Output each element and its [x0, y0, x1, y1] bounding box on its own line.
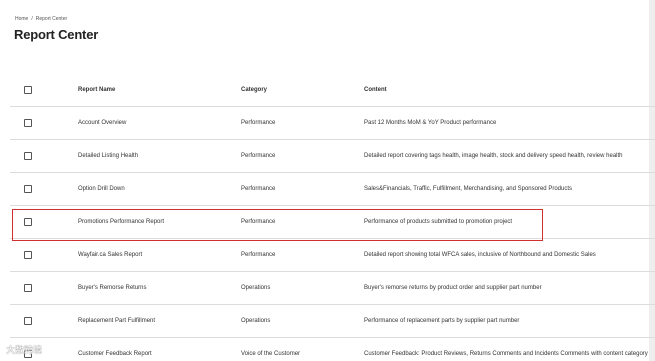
table-row[interactable]: Customer Feedback Report Voice of the Cu…	[10, 338, 655, 361]
row-checkbox[interactable]	[24, 284, 32, 292]
report-content: Performance of replacement parts by supp…	[364, 318, 520, 324]
table-row[interactable]: Option Drill Down Performance Sales&Fina…	[10, 173, 655, 206]
report-name[interactable]: Detailed Listing Health	[78, 140, 138, 172]
report-name[interactable]: Replacement Part Fulfillment	[78, 305, 155, 337]
select-all-cell	[24, 74, 32, 106]
report-category: Voice of the Customer	[241, 351, 301, 357]
report-content: Detailed report covering tags health, im…	[364, 153, 623, 159]
row-checkbox-cell	[24, 305, 32, 337]
row-checkbox[interactable]	[24, 251, 32, 259]
row-checkbox[interactable]	[24, 218, 32, 226]
column-header-report-name: Report Name	[78, 87, 116, 93]
watermark: 大数跨境	[6, 345, 43, 355]
report-category: Performance	[241, 186, 276, 192]
report-name[interactable]: Option Drill Down	[78, 173, 125, 205]
row-checkbox[interactable]	[24, 317, 32, 325]
column-header-category: Category	[241, 87, 268, 93]
report-category: Performance	[241, 120, 276, 126]
report-category: Performance	[241, 153, 276, 159]
reports-table: Report Name Category Content Account Ove…	[10, 74, 655, 361]
report-name[interactable]: Account Overview	[78, 107, 126, 139]
table-header-row: Report Name Category Content	[10, 74, 655, 107]
row-checkbox-cell	[24, 206, 32, 238]
row-checkbox-cell	[24, 140, 32, 172]
table-row[interactable]: Account Overview Performance Past 12 Mon…	[10, 107, 655, 140]
select-all-checkbox[interactable]	[24, 86, 32, 94]
row-checkbox[interactable]	[24, 152, 32, 160]
report-category: Operations	[241, 285, 271, 291]
report-name[interactable]: Customer Feedback Report	[78, 338, 152, 361]
table-row[interactable]: Detailed Listing Health Performance Deta…	[10, 140, 655, 173]
report-content: Detailed report showing total WFCA sales…	[364, 252, 596, 258]
breadcrumb-home-link[interactable]: Home	[15, 16, 28, 22]
table-row[interactable]: Promotions Performance Report Performanc…	[10, 206, 655, 239]
row-checkbox-cell	[24, 107, 32, 139]
report-name[interactable]: Wayfair.ca Sales Report	[78, 239, 142, 271]
column-header-content: Content	[364, 87, 387, 93]
row-checkbox[interactable]	[24, 185, 32, 193]
breadcrumb-separator: /	[31, 16, 33, 22]
report-content: Past 12 Months MoM & YoY Product perform…	[364, 120, 497, 126]
page-title: Report Center	[14, 27, 99, 42]
table-row[interactable]: Replacement Part Fulfillment Operations …	[10, 305, 655, 338]
report-category: Performance	[241, 252, 276, 258]
row-checkbox-cell	[24, 272, 32, 304]
report-category: Operations	[241, 318, 271, 324]
report-name[interactable]: Buyer's Remorse Returns	[78, 272, 147, 304]
row-checkbox-cell	[24, 239, 32, 271]
report-center-page: Home / Report Center Report Center Report …	[0, 0, 655, 361]
report-category: Performance	[241, 219, 276, 225]
row-checkbox[interactable]	[24, 119, 32, 127]
report-content: Buyer's remorse returns by product order…	[364, 285, 542, 291]
breadcrumb: Home / Report Center	[15, 16, 67, 22]
row-checkbox-cell	[24, 173, 32, 205]
table-row[interactable]: Wayfair.ca Sales Report Performance Deta…	[10, 239, 655, 272]
report-content: Sales&Financials, Traffic, Fulfillment, …	[364, 186, 572, 192]
table-row[interactable]: Buyer's Remorse Returns Operations Buyer…	[10, 272, 655, 305]
breadcrumb-current: Report Center	[35, 16, 68, 22]
report-content: Customer Feedback: Product Reviews, Retu…	[364, 351, 648, 357]
report-name[interactable]: Promotions Performance Report	[78, 206, 164, 238]
report-content: Performance of products submitted to pro…	[364, 219, 513, 225]
